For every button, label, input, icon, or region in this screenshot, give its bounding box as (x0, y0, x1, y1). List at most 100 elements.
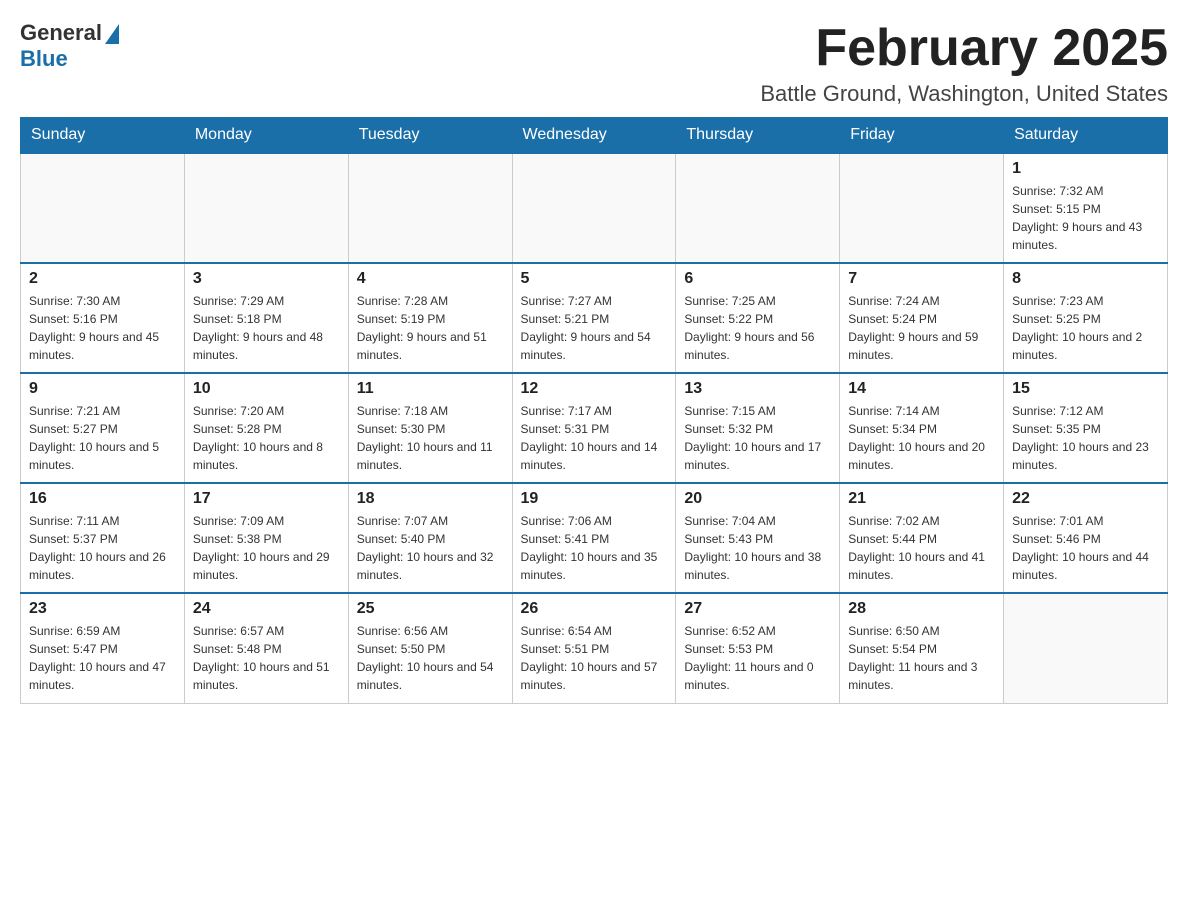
calendar-cell: 14 Sunrise: 7:14 AMSunset: 5:34 PMDayligh… (840, 373, 1004, 483)
day-number: 27 (684, 600, 831, 618)
day-info: Sunrise: 7:28 AMSunset: 5:19 PMDaylight:… (357, 292, 504, 364)
day-number: 4 (357, 270, 504, 288)
day-number: 17 (193, 490, 340, 508)
calendar-cell: 11 Sunrise: 7:18 AMSunset: 5:30 PMDayligh… (348, 373, 512, 483)
calendar-cell: 16 Sunrise: 7:11 AMSunset: 5:37 PMDayligh… (21, 483, 185, 593)
calendar-cell: 13 Sunrise: 7:15 AMSunset: 5:32 PMDayligh… (676, 373, 840, 483)
logo-triangle-icon (105, 24, 119, 44)
day-info: Sunrise: 7:21 AMSunset: 5:27 PMDaylight:… (29, 402, 176, 474)
day-header-friday: Friday (840, 118, 1004, 154)
calendar-cell: 26Sunrise: 6:54 AMSunset: 5:51 PMDayligh… (512, 593, 676, 703)
calendar-header-row: SundayMondayTuesdayWednesdayThursdayFrid… (21, 118, 1168, 154)
logo-blue-text: Blue (20, 46, 68, 72)
day-number: 13 (684, 380, 831, 398)
day-number: 18 (357, 490, 504, 508)
calendar-cell: 15 Sunrise: 7:12 AMSunset: 5:35 PMDayligh… (1004, 373, 1168, 483)
day-info: Sunrise: 7:07 AMSunset: 5:40 PMDaylight:… (357, 512, 504, 584)
day-info: Sunrise: 7:02 AMSunset: 5:44 PMDaylight:… (848, 512, 995, 584)
calendar-cell: 5 Sunrise: 7:27 AMSunset: 5:21 PMDaylight… (512, 263, 676, 373)
day-info: Sunrise: 7:32 AMSunset: 5:15 PMDaylight:… (1012, 182, 1159, 254)
calendar-cell: 28 Sunrise: 6:50 AMSunset: 5:54 PMDayligh… (840, 593, 1004, 703)
day-number: 21 (848, 490, 995, 508)
calendar-week-2: 2 Sunrise: 7:30 AMSunset: 5:16 PMDaylight… (21, 263, 1168, 373)
calendar-cell: 10Sunrise: 7:20 AMSunset: 5:28 PMDayligh… (184, 373, 348, 483)
day-info: Sunrise: 7:25 AMSunset: 5:22 PMDaylight:… (684, 292, 831, 364)
calendar-cell: 4 Sunrise: 7:28 AMSunset: 5:19 PMDaylight… (348, 263, 512, 373)
calendar-table: SundayMondayTuesdayWednesdayThursdayFrid… (20, 117, 1168, 704)
day-info: Sunrise: 7:09 AMSunset: 5:38 PMDaylight:… (193, 512, 340, 584)
location-subtitle: Battle Ground, Washington, United States (760, 81, 1168, 107)
day-header-tuesday: Tuesday (348, 118, 512, 154)
logo: General Blue (20, 20, 119, 72)
day-info: Sunrise: 6:57 AMSunset: 5:48 PMDaylight:… (193, 622, 340, 694)
day-number: 11 (357, 380, 504, 398)
day-info: Sunrise: 6:59 AMSunset: 5:47 PMDaylight:… (29, 622, 176, 694)
day-number: 22 (1012, 490, 1159, 508)
calendar-cell (1004, 593, 1168, 703)
calendar-cell: 17 Sunrise: 7:09 AMSunset: 5:38 PMDayligh… (184, 483, 348, 593)
calendar-cell (348, 153, 512, 263)
calendar-week-4: 16 Sunrise: 7:11 AMSunset: 5:37 PMDayligh… (21, 483, 1168, 593)
day-number: 15 (1012, 380, 1159, 398)
calendar-cell: 25 Sunrise: 6:56 AMSunset: 5:50 PMDayligh… (348, 593, 512, 703)
day-info: Sunrise: 7:27 AMSunset: 5:21 PMDaylight:… (521, 292, 668, 364)
page-header: General Blue February 2025 Battle Ground… (20, 20, 1168, 107)
day-number: 28 (848, 600, 995, 618)
day-info: Sunrise: 7:12 AMSunset: 5:35 PMDaylight:… (1012, 402, 1159, 474)
day-number: 10 (193, 380, 340, 398)
calendar-cell: 27 Sunrise: 6:52 AMSunset: 5:53 PMDayligh… (676, 593, 840, 703)
day-number: 25 (357, 600, 504, 618)
calendar-cell: 3 Sunrise: 7:29 AMSunset: 5:18 PMDaylight… (184, 263, 348, 373)
day-info: Sunrise: 7:06 AMSunset: 5:41 PMDaylight:… (521, 512, 668, 584)
day-info: Sunrise: 7:14 AMSunset: 5:34 PMDaylight:… (848, 402, 995, 474)
calendar-cell (840, 153, 1004, 263)
calendar-cell: 19Sunrise: 7:06 AMSunset: 5:41 PMDayligh… (512, 483, 676, 593)
day-info: Sunrise: 7:15 AMSunset: 5:32 PMDaylight:… (684, 402, 831, 474)
day-number: 8 (1012, 270, 1159, 288)
day-info: Sunrise: 7:04 AMSunset: 5:43 PMDaylight:… (684, 512, 831, 584)
calendar-cell: 1Sunrise: 7:32 AMSunset: 5:15 PMDaylight… (1004, 153, 1168, 263)
day-number: 6 (684, 270, 831, 288)
title-section: February 2025 Battle Ground, Washington,… (760, 20, 1168, 107)
day-header-saturday: Saturday (1004, 118, 1168, 154)
calendar-cell (512, 153, 676, 263)
day-number: 5 (521, 270, 668, 288)
calendar-cell: 23 Sunrise: 6:59 AMSunset: 5:47 PMDayligh… (21, 593, 185, 703)
day-info: Sunrise: 7:30 AMSunset: 5:16 PMDaylight:… (29, 292, 176, 364)
day-number: 23 (29, 600, 176, 618)
day-header-thursday: Thursday (676, 118, 840, 154)
day-info: Sunrise: 7:11 AMSunset: 5:37 PMDaylight:… (29, 512, 176, 584)
calendar-week-1: 1Sunrise: 7:32 AMSunset: 5:15 PMDaylight… (21, 153, 1168, 263)
day-header-sunday: Sunday (21, 118, 185, 154)
calendar-cell: 24 Sunrise: 6:57 AMSunset: 5:48 PMDayligh… (184, 593, 348, 703)
day-header-monday: Monday (184, 118, 348, 154)
calendar-cell: 12 Sunrise: 7:17 AMSunset: 5:31 PMDayligh… (512, 373, 676, 483)
day-number: 16 (29, 490, 176, 508)
calendar-cell (184, 153, 348, 263)
calendar-cell (676, 153, 840, 263)
day-info: Sunrise: 6:50 AMSunset: 5:54 PMDaylight:… (848, 622, 995, 694)
calendar-cell (21, 153, 185, 263)
calendar-week-5: 23 Sunrise: 6:59 AMSunset: 5:47 PMDayligh… (21, 593, 1168, 703)
day-info: Sunrise: 6:52 AMSunset: 5:53 PMDaylight:… (684, 622, 831, 694)
day-number: 24 (193, 600, 340, 618)
month-title: February 2025 (760, 20, 1168, 77)
day-number: 7 (848, 270, 995, 288)
calendar-cell: 22 Sunrise: 7:01 AMSunset: 5:46 PMDayligh… (1004, 483, 1168, 593)
day-info: Sunrise: 7:24 AMSunset: 5:24 PMDaylight:… (848, 292, 995, 364)
day-number: 14 (848, 380, 995, 398)
day-number: 2 (29, 270, 176, 288)
day-number: 12 (521, 380, 668, 398)
day-info: Sunrise: 7:29 AMSunset: 5:18 PMDaylight:… (193, 292, 340, 364)
day-number: 20 (684, 490, 831, 508)
calendar-cell: 2 Sunrise: 7:30 AMSunset: 5:16 PMDaylight… (21, 263, 185, 373)
day-info: Sunrise: 7:17 AMSunset: 5:31 PMDaylight:… (521, 402, 668, 474)
day-number: 3 (193, 270, 340, 288)
day-info: Sunrise: 7:18 AMSunset: 5:30 PMDaylight:… (357, 402, 504, 474)
day-header-wednesday: Wednesday (512, 118, 676, 154)
day-info: Sunrise: 7:01 AMSunset: 5:46 PMDaylight:… (1012, 512, 1159, 584)
day-number: 9 (29, 380, 176, 398)
day-info: Sunrise: 6:56 AMSunset: 5:50 PMDaylight:… (357, 622, 504, 694)
day-info: Sunrise: 6:54 AMSunset: 5:51 PMDaylight:… (521, 622, 668, 694)
calendar-cell: 7 Sunrise: 7:24 AMSunset: 5:24 PMDaylight… (840, 263, 1004, 373)
